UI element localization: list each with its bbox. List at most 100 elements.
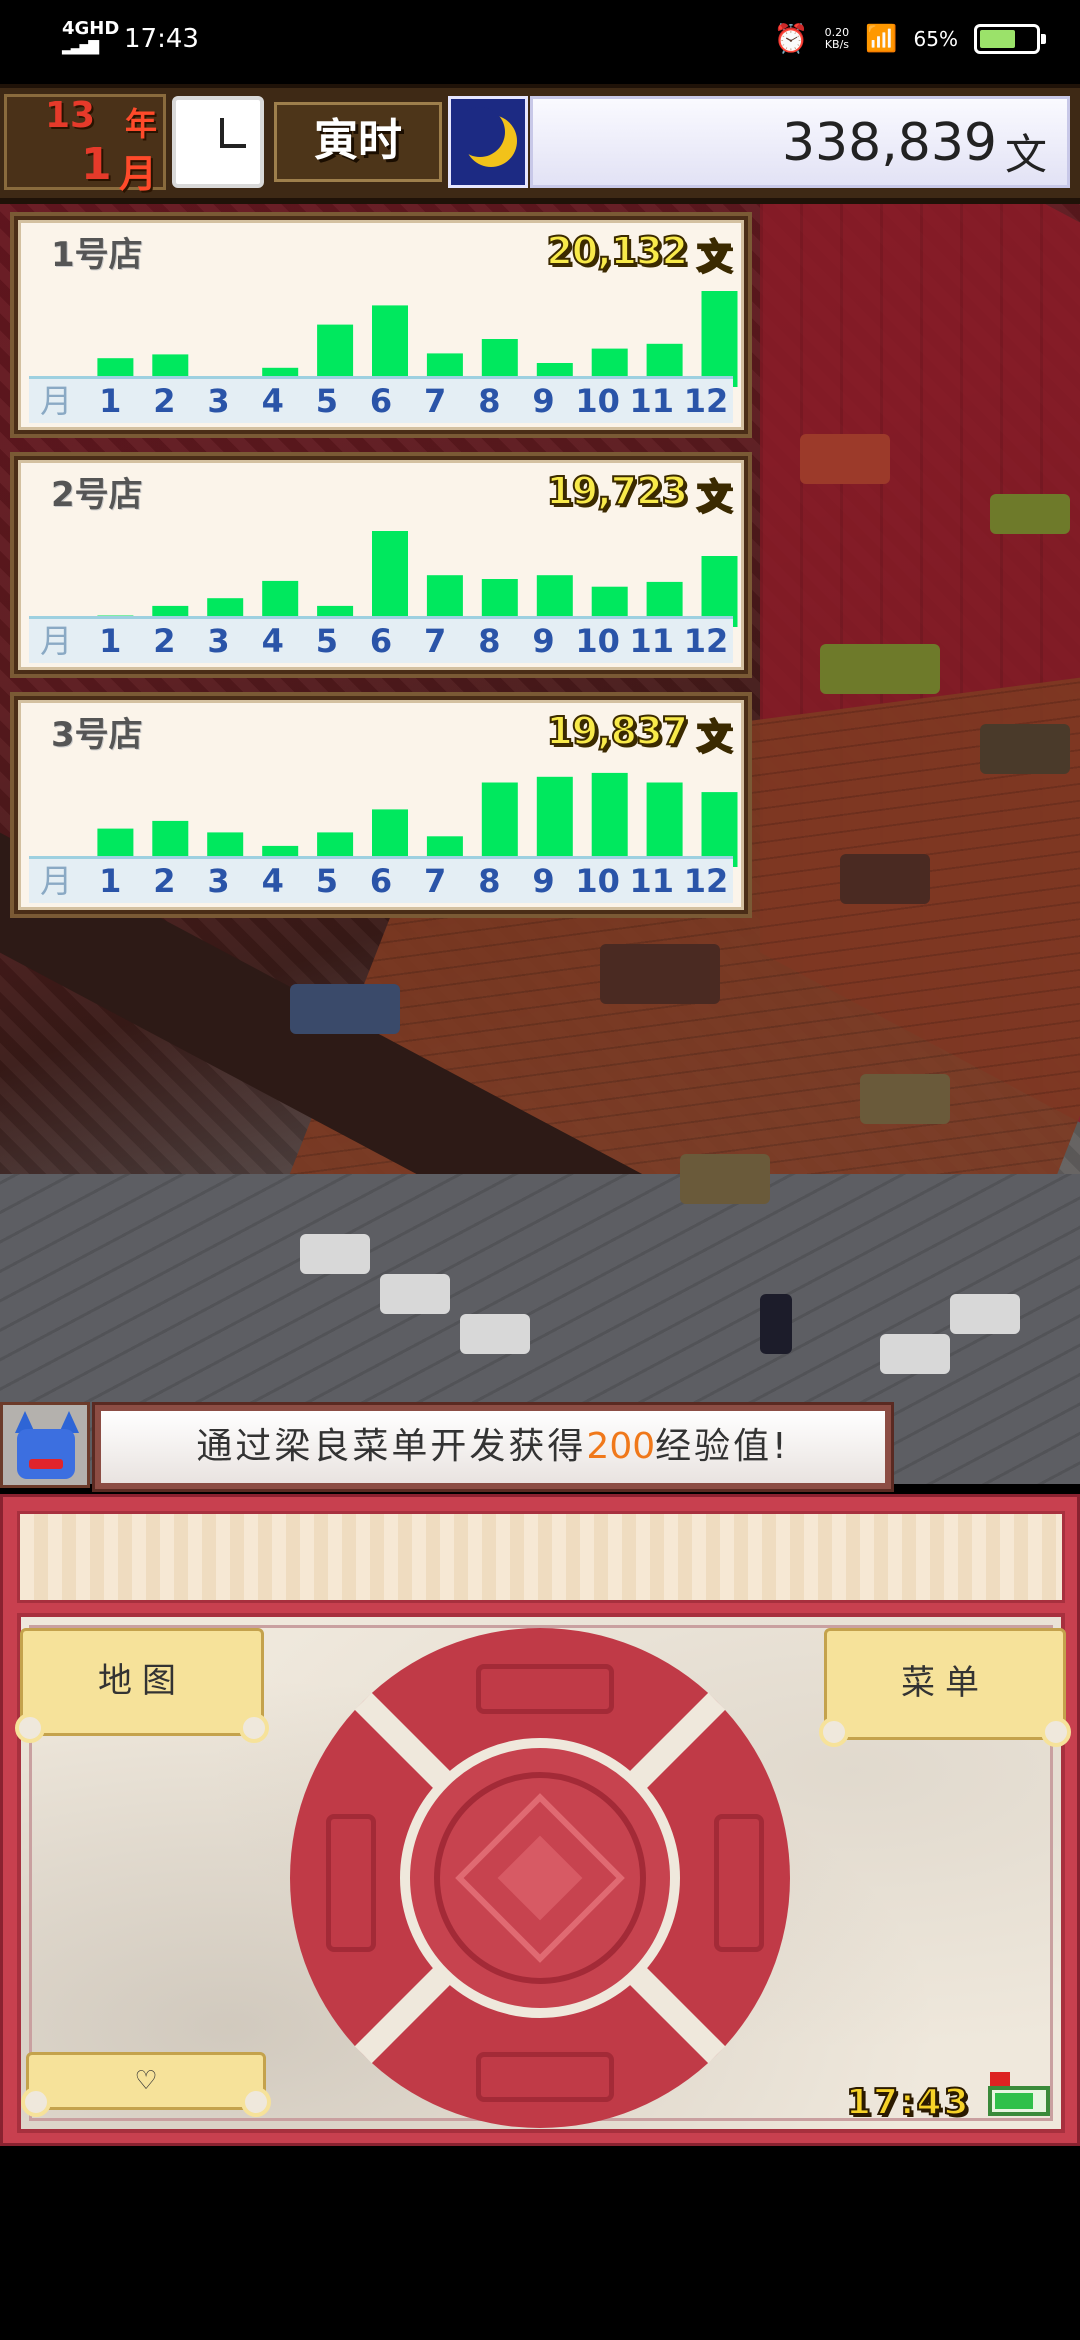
chevron-down-icon: ♡ xyxy=(134,2066,158,2096)
menu-button-label: 菜单 xyxy=(901,1663,989,1703)
table-sprite xyxy=(800,434,890,484)
network-indicator: 4GHD ▂▃▅▇ xyxy=(62,20,119,56)
month-tick-label: 10 xyxy=(575,622,620,660)
dpad-right[interactable] xyxy=(714,1814,764,1952)
dpad-center[interactable] xyxy=(400,1738,680,2018)
table-sprite xyxy=(600,944,720,1004)
network-type: 4GHD xyxy=(62,18,120,39)
month-tick-label: 1 xyxy=(99,622,122,660)
year-value: 13 xyxy=(45,95,96,136)
month-tick-label: 4 xyxy=(261,622,284,660)
month-tick-label: 9 xyxy=(532,862,555,900)
month-axis: 月 1 2 3 4 5 6 7 8 9 10 11 12 xyxy=(29,856,733,903)
month-tick-label: 9 xyxy=(532,382,555,420)
dpad-up[interactable] xyxy=(476,1664,614,1714)
chart-bar xyxy=(372,305,408,387)
dpad-down[interactable] xyxy=(476,2052,614,2102)
shop-panel-inner: 3号店 19,837 文月 1 2 3 4 5 6 7 8 9 10 11 12 xyxy=(18,700,744,910)
month-tick-label: 5 xyxy=(315,862,338,900)
month-tick-label: 3 xyxy=(207,622,230,660)
street-stall xyxy=(380,1274,450,1314)
month-tick-label: 1 xyxy=(99,862,122,900)
sales-chart xyxy=(97,291,738,387)
month-tick-label: 9 xyxy=(532,622,555,660)
month-tick-label: 8 xyxy=(478,622,501,660)
chart-bar xyxy=(646,782,683,867)
avatar xyxy=(0,1402,90,1488)
table-sprite xyxy=(990,494,1070,534)
map-button-label: 地图 xyxy=(98,1661,186,1701)
moon-icon xyxy=(448,96,528,188)
table-sprite xyxy=(860,1074,950,1124)
message-text: 通过梁良菜单开发获得200经验值! xyxy=(101,1411,885,1483)
month-axis: 月 1 2 3 4 5 6 7 8 9 10 11 12 xyxy=(29,376,733,423)
month-tick-label: 5 xyxy=(315,622,338,660)
month-tick-label: 4 xyxy=(261,862,284,900)
year-unit: 年 xyxy=(125,105,158,143)
table-sprite xyxy=(980,724,1070,774)
month-tick-label: 7 xyxy=(424,622,447,660)
shop-panel: 3号店 19,837 文月 1 2 3 4 5 6 7 8 9 10 11 12 xyxy=(10,692,752,918)
table-sprite xyxy=(820,644,940,694)
month-tick-label: 7 xyxy=(424,382,447,420)
dpad-left[interactable] xyxy=(326,1814,376,1952)
street-stall xyxy=(300,1234,370,1274)
month-tick-label: 10 xyxy=(575,382,620,420)
time-period: 寅时 xyxy=(274,102,442,182)
battery-fill xyxy=(980,29,1016,48)
money-unit: 文 xyxy=(1004,130,1047,179)
net-speed-unit: KB/s xyxy=(824,37,850,51)
month-tick-label: 4 xyxy=(261,382,284,420)
chart-bar xyxy=(372,531,408,627)
customer-sprite xyxy=(760,1294,792,1354)
clock-icon xyxy=(172,96,264,188)
message-highlight: 200 xyxy=(586,1426,656,1467)
month-tick-label: 6 xyxy=(369,862,393,900)
month-tick-label: 1 xyxy=(99,382,122,420)
month-tick-label: 8 xyxy=(478,382,501,420)
flower-bed xyxy=(290,984,400,1034)
collapse-button[interactable]: ♡ xyxy=(21,2052,271,2117)
game-top-bar: 13 年 1 月 寅时 338,839 文 xyxy=(0,84,1080,204)
table-sprite xyxy=(840,854,930,904)
shop-panel: 2号店 19,723 文月 1 2 3 4 5 6 7 8 9 10 11 12 xyxy=(10,452,752,678)
month-tick-label: 11 xyxy=(629,622,675,660)
month-tick-label: 6 xyxy=(369,622,393,660)
month-tick-label: 11 xyxy=(629,382,675,420)
axis-label: 月 xyxy=(40,382,73,420)
battery-icon xyxy=(974,23,1046,54)
alarm-icon: ⏰ xyxy=(773,22,809,55)
sales-chart xyxy=(97,772,738,867)
shop-total: 19,837 xyxy=(545,708,689,754)
month-tick-label: 2 xyxy=(153,382,176,420)
month-tick-label: 6 xyxy=(369,382,393,420)
chart-bar xyxy=(591,772,628,867)
chart-bar xyxy=(536,776,573,867)
status-time: 17:43 xyxy=(124,24,199,54)
month-tick-label: 3 xyxy=(207,862,230,900)
map-button[interactable]: 地图 xyxy=(15,1628,269,1743)
chart-bar xyxy=(481,782,518,867)
sales-chart xyxy=(97,531,738,627)
menu-button[interactable]: 菜单 xyxy=(819,1628,1071,1747)
month-tick-label: 12 xyxy=(683,382,729,420)
chart-bar xyxy=(701,291,738,387)
status-bar: 4GHD ▂▃▅▇ 17:43 ⏰ 0.20 KB/s 📶 65% xyxy=(0,0,1080,84)
month-tick-label: 2 xyxy=(153,622,176,660)
battery-percent: 65% xyxy=(913,26,958,51)
message-before: 通过梁良菜单开发获得 xyxy=(196,1426,587,1467)
table-sprite xyxy=(680,1154,770,1204)
month-axis: 月 1 2 3 4 5 6 7 8 9 10 11 12 xyxy=(29,616,733,663)
street-stall xyxy=(950,1294,1020,1334)
month-tick-label: 12 xyxy=(683,862,729,900)
dpad[interactable] xyxy=(290,1628,790,2128)
shop-panel-inner: 1号店 20,132 文月 1 2 3 4 5 6 7 8 9 10 11 12 xyxy=(18,220,744,430)
month-tick-label: 10 xyxy=(575,862,620,900)
shop-total: 20,132 xyxy=(545,228,689,274)
net-speed: 0.20 KB/s xyxy=(824,26,850,51)
axis-label: 月 xyxy=(40,862,73,900)
month-tick-label: 8 xyxy=(478,862,501,900)
shop-total: 19,723 xyxy=(545,468,689,514)
money-value: 338,839 xyxy=(781,113,997,173)
game-clock: 17:43 xyxy=(845,2081,971,2124)
